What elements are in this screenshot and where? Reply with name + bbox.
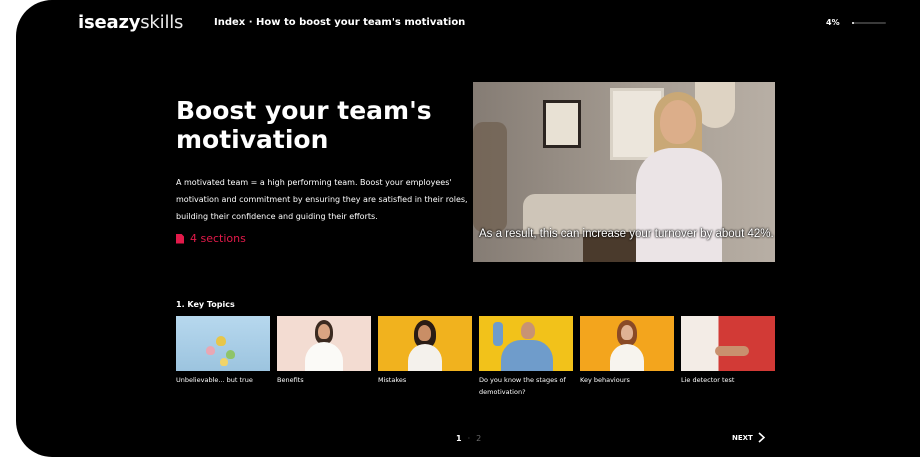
topic-thumbnail [479,316,573,371]
topic-carousel: Unbelievable... but true Benefits Mistak… [176,316,776,406]
video-caption: As a result, this can increase your turn… [479,228,774,240]
document-icon [176,233,184,244]
logo-light-text: skills [140,12,184,33]
topic-card-label: Mistakes [378,376,407,384]
topic-card-label: Benefits [277,376,304,384]
topic-thumbnail [378,316,472,371]
presenter-face [660,100,696,144]
topic-card[interactable]: Unbelievable... but true [176,316,270,386]
page-separator: · [467,434,471,443]
topic-card-label: Lie detector test [681,376,735,384]
topic-thumbnail [277,316,371,371]
page-2[interactable]: 2 [476,434,481,443]
video-player[interactable]: As a result, this can increase your turn… [473,82,775,262]
topic-thumbnail [681,316,775,371]
person-shirt [501,340,553,371]
ball-shape [206,346,215,355]
sections-count: 4 sections [176,232,246,245]
presenter-body [636,148,722,262]
person-face [318,324,330,339]
next-button-label: NEXT [732,433,753,442]
topic-card[interactable]: Lie detector test [681,316,775,386]
video-plant [473,122,507,232]
person-shirt [408,344,442,371]
pagination: 1 · 2 [456,434,481,443]
course-description: A motivated team = a high performing tea… [176,178,468,221]
topic-card-label: Unbelievable... but true [176,376,253,384]
chevron-right-icon [758,432,765,443]
page-1[interactable]: 1 [456,434,462,443]
person-face [621,325,633,340]
topic-card[interactable]: Mistakes [378,316,472,386]
topic-card[interactable]: Do you know the stages of demotivation? [479,316,573,398]
topic-card[interactable]: Key behaviours [580,316,674,386]
ball-shape [220,358,228,366]
breadcrumb[interactable]: Index · How to boost your team's motivat… [214,17,465,28]
next-button[interactable]: NEXT [732,432,765,443]
video-wall-frame [543,100,581,148]
topic-card[interactable]: Benefits [277,316,371,386]
person-shirt [610,344,644,371]
course-screen: iseazyskills Index · How to boost your t… [16,0,920,457]
top-bar: iseazyskills Index · How to boost your t… [16,0,920,46]
progress-percent: 4% [826,18,840,27]
logo-bold-text: iseazy [78,12,141,33]
person-face [418,325,431,341]
topic-card-label: Key behaviours [580,376,630,384]
iseazy-logo[interactable]: iseazyskills [78,12,183,33]
person-arm [493,322,503,346]
topic-thumbnail [580,316,674,371]
progress-bar-fill [852,22,855,24]
page-title: Boost your team's motivation [176,96,432,154]
section-heading: 1. Key Topics [176,300,235,309]
person-face [521,322,535,339]
topic-card-label: Do you know the stages of demotivation? [479,376,566,396]
progress-bar [852,22,886,24]
ball-shape [216,336,226,346]
sections-count-label: 4 sections [190,232,246,245]
topic-thumbnail [176,316,270,371]
person-shirt [305,342,343,371]
hand-shape [715,346,749,356]
ball-shape [226,350,235,359]
